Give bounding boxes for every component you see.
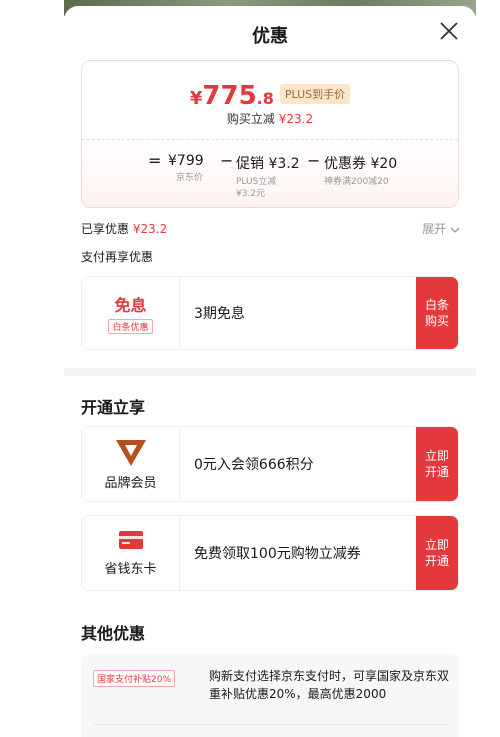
- saver-card-open-button[interactable]: 立即开通: [416, 516, 458, 590]
- brand-member-card: 品牌会员 0元入会领666积分 立即开通: [81, 426, 459, 502]
- base-price-label: 京东价: [176, 173, 204, 183]
- brand-member-open-button[interactable]: 立即开通: [416, 427, 458, 501]
- price-decimal: .8: [256, 89, 274, 108]
- pay-section-label: 支付再享优惠: [81, 250, 154, 264]
- final-price: ¥ 775 .8 PLUS到手价: [82, 81, 458, 111]
- other-discount-card: 国家支付补贴20% 购新支付选择京东支付时，可享国家及京东双重补贴优惠20%，最…: [81, 654, 459, 737]
- reduction-value: ¥23.2: [278, 112, 314, 126]
- installment-desc: 3期免息: [194, 306, 245, 322]
- promotion-item: 促销 ¥3.2 PLUS立减 ¥3.2元: [236, 153, 300, 200]
- installment-title: 免息: [114, 296, 147, 315]
- saver-card-badge: 省钱东卡: [82, 516, 180, 590]
- credit-card-icon: [118, 530, 143, 549]
- sheet-header: 优惠: [64, 6, 476, 58]
- price-integer: 775: [202, 81, 257, 111]
- installment-tag: 白条优惠: [108, 319, 153, 334]
- other-divider: [93, 724, 447, 725]
- price-currency: ¥: [189, 88, 203, 109]
- promotion-amount: ¥3.2元: [236, 189, 266, 199]
- brand-member-badge: 品牌会员: [82, 427, 180, 501]
- brand-member-logo-icon: [115, 439, 146, 466]
- brand-member-desc: 0元入会领666积分: [194, 457, 314, 473]
- open-section-title: 开通立享: [81, 398, 146, 417]
- expand-button[interactable]: 展开: [422, 220, 460, 237]
- expand-label: 展开: [422, 222, 447, 236]
- section-separator: [64, 368, 476, 376]
- card-divider: [82, 139, 458, 140]
- baitiao-buy-button[interactable]: 白条购买: [416, 277, 458, 349]
- promotion-value: 促销 ¥3.2: [236, 156, 300, 172]
- saver-card-label: 省钱东卡: [104, 561, 157, 577]
- installment-badge: 免息 白条优惠: [82, 277, 180, 349]
- equals-sign: =: [148, 151, 162, 170]
- enjoyed-label: 已享优惠: [81, 222, 130, 236]
- base-price-value: ¥799: [168, 153, 204, 169]
- coupon-label: 神券满200减20: [324, 177, 389, 187]
- saver-card: 省钱东卡 免费领取100元购物立减券 立即开通: [81, 515, 459, 591]
- brand-member-label: 品牌会员: [104, 475, 157, 491]
- minus-sign-2: −: [307, 151, 321, 170]
- instant-reduction: 购买立减 ¥23.2: [82, 110, 458, 127]
- reduction-label: 购买立减: [226, 112, 275, 126]
- enjoyed-discount: 已享优惠 ¥23.2: [81, 220, 167, 237]
- saver-card-desc: 免费领取100元购物立减券: [194, 546, 361, 562]
- subsidy-tag: 国家支付补贴20%: [93, 670, 176, 687]
- subsidy-text: 购新支付选择京东支付时，可享国家及京东双重补贴优惠20%，最高优惠2000: [209, 669, 450, 701]
- enjoyed-value: ¥23.2: [132, 222, 168, 236]
- coupon-value: 优惠券 ¥20: [324, 156, 398, 172]
- price-breakdown-card: ¥ 775 .8 PLUS到手价 购买立减 ¥23.2 = ¥799 京东价 −…: [81, 60, 459, 208]
- installment-card: 免息 白条优惠 3期免息 白条购买: [81, 276, 459, 350]
- discount-sheet: 优惠 ¥ 775 .8 PLUS到手价 购买立减 ¥23.2 = ¥799 京东…: [64, 6, 476, 737]
- plus-price-badge: PLUS到手价: [279, 84, 351, 104]
- base-price-item: ¥799 京东价: [168, 153, 204, 184]
- minus-sign-1: −: [220, 151, 234, 170]
- close-icon[interactable]: [436, 18, 462, 44]
- sheet-title: 优惠: [252, 26, 288, 47]
- promotion-label: PLUS立减: [236, 177, 277, 187]
- other-section-title: 其他优惠: [81, 624, 146, 643]
- chevron-down-icon: [450, 227, 460, 233]
- coupon-item: 优惠券 ¥20 神券满200减20: [324, 153, 397, 188]
